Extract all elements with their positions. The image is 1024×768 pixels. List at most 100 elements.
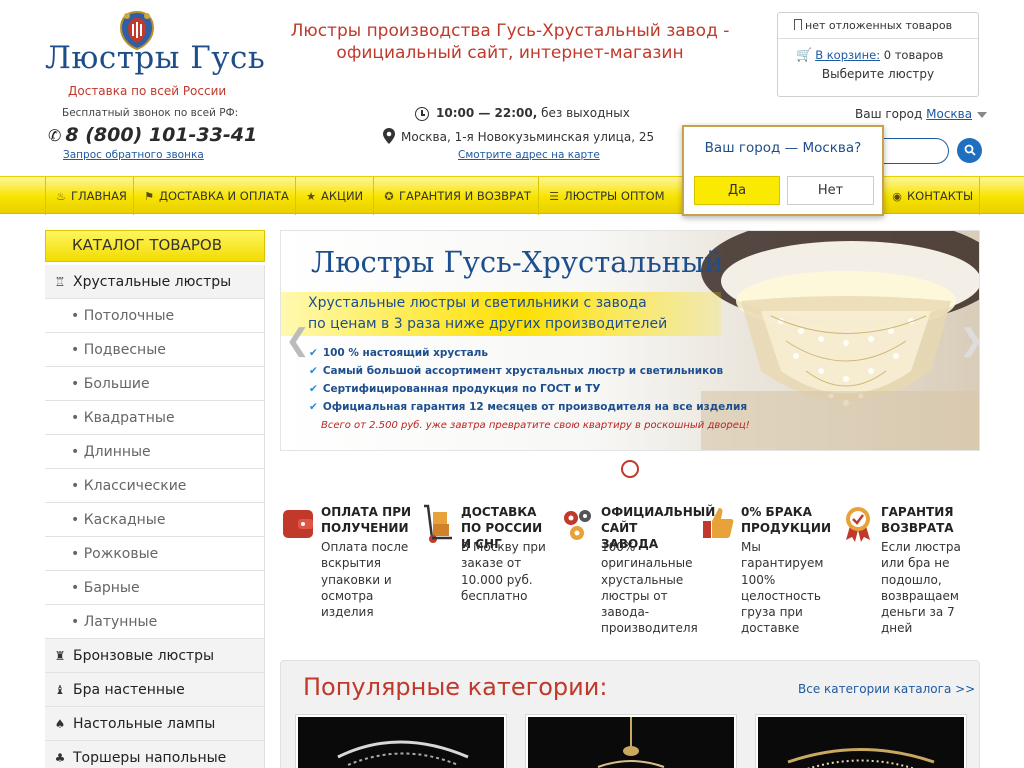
city-yes-button[interactable]: Да xyxy=(694,176,780,205)
catalog-label: Настольные лампы xyxy=(73,716,216,732)
medal-icon: ✪ xyxy=(384,190,394,203)
nav-item-warranty[interactable]: ✪ ГАРАНТИЯ И ВОЗВРАТ xyxy=(373,177,538,215)
catalog-item-bronze[interactable]: ♜ Бронзовые люстры xyxy=(45,639,264,673)
cart-icon: 🛒 xyxy=(796,48,813,63)
search-button[interactable] xyxy=(957,138,982,163)
category-card[interactable] xyxy=(295,714,507,768)
cart-status: 🛒 В корзине: 0 товаров xyxy=(778,39,978,63)
cart-link[interactable]: В корзине: xyxy=(815,48,880,62)
city-selector[interactable]: Ваш город Москва xyxy=(855,107,988,121)
logo-subtitle: Доставка по всей России xyxy=(68,84,227,98)
hand-truck-icon xyxy=(424,504,452,543)
nav-label: ГАРАНТИЯ И ВОЗВРАТ xyxy=(399,189,531,203)
nav-item-delivery[interactable]: ⚑ ДОСТАВКА И ОПЛАТА xyxy=(133,177,295,215)
address-text: Москва, 1-я Новокузьминская улица, 25 xyxy=(401,130,655,144)
chandelier-icon: ♖ xyxy=(54,275,66,289)
deferred-items[interactable]: нет отложенных товаров xyxy=(778,13,978,39)
nav-item-wholesale[interactable]: ☰ ЛЮСТРЫ ОПТОМ xyxy=(538,177,682,215)
slider-subtitle-1: Хрустальные люстры и светильники с завод… xyxy=(308,295,647,311)
chevron-down-icon[interactable] xyxy=(977,111,988,118)
category-card[interactable] xyxy=(755,714,967,768)
catalog-list: ♖ Хрустальные люстры • Потолочные • Подве… xyxy=(45,265,265,768)
catalog-label: Торшеры напольные xyxy=(73,750,227,766)
city-no-button[interactable]: Нет xyxy=(787,176,874,205)
feature-title: 0% БРАКА ПРОДУКЦИИ xyxy=(741,505,832,535)
feature-text: В Москву при заказе от 10.000 руб. беспл… xyxy=(461,540,546,603)
catalog-subitem[interactable]: • Подвесные xyxy=(45,333,264,367)
sconce-icon: ♝ xyxy=(54,683,66,697)
feature-title: ГАРАНТИЯ ВОЗВРАТА xyxy=(881,505,954,535)
search-input[interactable] xyxy=(880,138,949,164)
map-link[interactable]: Смотрите адрес на карте xyxy=(458,149,600,161)
nav-label: АКЦИИ xyxy=(321,189,364,203)
slider-bullet: ✔ Сертифицированная продукция по ГОСТ и Т… xyxy=(309,383,600,395)
feature-text: Мы гарантируем 100% целостность груза пр… xyxy=(741,540,824,636)
promo-slider[interactable]: Люстры Гусь-Хрустальный Хрустальные люст… xyxy=(280,230,980,451)
check-icon: ✔ xyxy=(309,401,318,413)
floor-lamp-icon: ♣ xyxy=(54,751,66,765)
chandelier-image xyxy=(701,231,979,450)
catalog-subitem[interactable]: • Классические xyxy=(45,469,264,503)
hours-rest: без выходных xyxy=(537,106,630,120)
catalog-item-floor-lamp[interactable]: ♣ Торшеры напольные xyxy=(45,741,264,768)
bullet-text: 100 % настоящий хрусталь xyxy=(322,347,489,359)
callback-link[interactable]: Запрос обратного звонка xyxy=(63,149,204,161)
nav-item-contacts[interactable]: ◉ КОНТАКТЫ xyxy=(884,177,979,215)
cart-widget: нет отложенных товаров 🛒 В корзине: 0 тов… xyxy=(777,12,979,97)
city-link[interactable]: Москва xyxy=(926,107,972,121)
category-card[interactable] xyxy=(525,714,737,768)
free-call-label: Бесплатный звонок по всей РФ: xyxy=(62,107,239,119)
feature-text: 100% оригинальные хрустальные люстры от … xyxy=(601,540,698,636)
logo-text[interactable]: Люстры Гусь xyxy=(45,40,265,76)
headline-line-2: официальный сайт, интернет-магазин xyxy=(336,43,684,63)
phone-icon: ✆ xyxy=(48,126,62,145)
slider-bullet: ✔ 100 % настоящий хрусталь xyxy=(309,347,488,359)
catalog-label: Бра настенные xyxy=(73,682,185,698)
nav-label: КОНТАКТЫ xyxy=(907,189,974,203)
catalog-subitem[interactable]: • Барные xyxy=(45,571,264,605)
popular-title: Популярные категории: xyxy=(303,673,608,701)
stack-icon: ☰ xyxy=(549,190,559,203)
slider-bullet: ✔ Самый большой ассортимент хрустальных л… xyxy=(309,365,723,377)
slider-dot[interactable] xyxy=(621,460,639,478)
category-image xyxy=(758,717,964,768)
category-image xyxy=(298,717,504,768)
store-address: Москва, 1-я Новокузьминская улица, 25 xyxy=(383,128,654,144)
feature-text: Оплата после вскрытия упаковки и осмотра… xyxy=(321,540,409,620)
table-lamp-icon: ♠ xyxy=(54,717,66,731)
nav-label: ЛЮСТРЫ ОПТОМ xyxy=(564,189,665,203)
catalog-item-table-lamp[interactable]: ♠ Настольные лампы xyxy=(45,707,264,741)
slider-prev-arrow-icon[interactable]: ❮ xyxy=(285,323,310,358)
catalog-subitem[interactable]: • Каскадные xyxy=(45,503,264,537)
headline-line-1: Люстры производства Гусь-Хрустальный зав… xyxy=(290,21,730,41)
phone-number[interactable]: ✆ 8 (800) 101-33-41 xyxy=(48,124,257,146)
slider-subtitle-2: по ценам в 3 раза ниже других производит… xyxy=(308,316,668,332)
nav-item-promotions[interactable]: ★ АКЦИИ xyxy=(295,177,373,215)
city-question: Ваш город — Москва? xyxy=(704,140,862,156)
bookmark-icon xyxy=(794,19,802,30)
check-icon: ✔ xyxy=(309,365,318,377)
nav-label: ДОСТАВКА И ОПЛАТА xyxy=(159,189,289,203)
catalog-subitem[interactable]: • Потолочные xyxy=(45,299,264,333)
catalog-label: Бронзовые люстры xyxy=(73,648,215,664)
catalog-subitem[interactable]: • Рожковые xyxy=(45,537,264,571)
city-confirm-popup: Ваш город — Москва? Да Нет xyxy=(682,125,884,216)
badge-icon xyxy=(846,507,870,542)
nav-item-home[interactable]: ♨ ГЛАВНАЯ xyxy=(45,177,133,215)
catalog-subitem[interactable]: • Большие xyxy=(45,367,264,401)
slider-title: Люстры Гусь-Хрустальный xyxy=(311,245,724,279)
catalog-subitem[interactable]: • Длинные xyxy=(45,435,264,469)
city-label: Ваш город xyxy=(855,107,923,121)
slider-bullet: ✔ Официальная гарантия 12 месяцев от прои… xyxy=(309,401,747,413)
bronze-chandelier-icon: ♜ xyxy=(54,649,66,663)
all-categories-link[interactable]: Все категории каталога >> xyxy=(798,682,975,696)
wallet-icon xyxy=(283,510,313,538)
catalog-item-sconce[interactable]: ♝ Бра настенные xyxy=(45,673,264,707)
catalog-subitem[interactable]: • Квадратные xyxy=(45,401,264,435)
feature-title: ОПЛАТА ПРИ ПОЛУЧЕНИИ xyxy=(321,505,412,535)
phone-text: 8 (800) 101-33-41 xyxy=(65,124,258,146)
gears-icon xyxy=(564,510,591,540)
slider-next-arrow-icon[interactable]: ❯ xyxy=(959,323,979,358)
catalog-item-crystal[interactable]: ♖ Хрустальные люстры xyxy=(45,265,264,299)
catalog-subitem[interactable]: • Латунные xyxy=(45,605,264,639)
